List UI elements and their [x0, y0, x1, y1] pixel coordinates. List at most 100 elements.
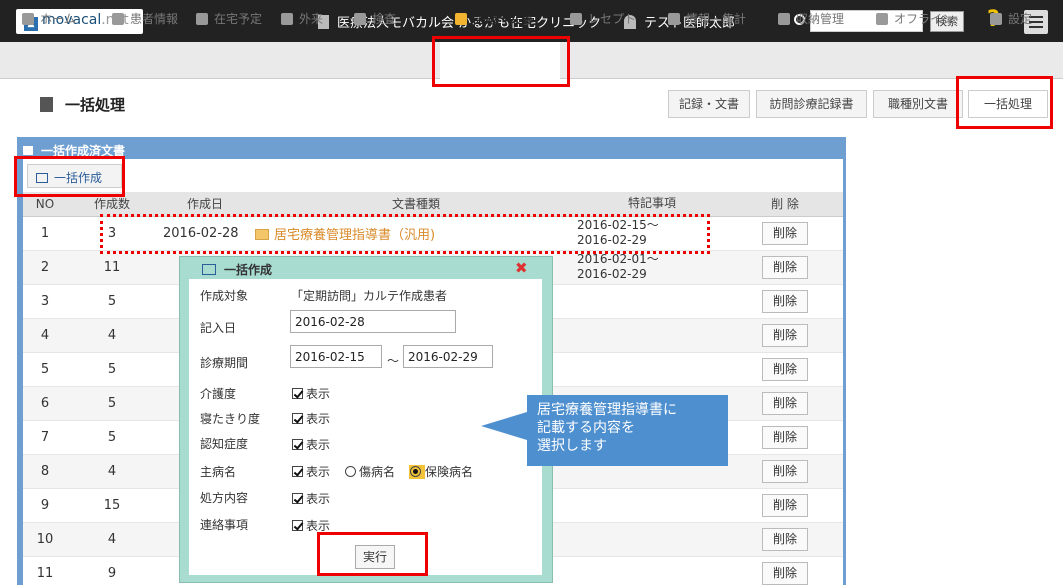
delete-button[interactable]: 削除	[762, 357, 808, 381]
entry-date-input[interactable]: 2016-02-28	[290, 310, 456, 333]
nav-home-visit[interactable]: 在宅予定	[196, 10, 262, 27]
dialog-window-icon	[202, 264, 216, 275]
highlight-bulk-create	[14, 156, 125, 197]
highlight-tab-bulk	[956, 76, 1053, 129]
delete-button[interactable]: 削除	[762, 289, 808, 313]
callout-tooltip: 居宅療養管理指導書に 記載する内容を 選択します	[527, 395, 728, 466]
row-count: 5	[67, 420, 157, 455]
close-icon[interactable]: ✖	[515, 259, 528, 277]
care-level-label: 介護度	[200, 387, 237, 401]
nav-home[interactable]: ホーム	[22, 10, 76, 27]
bedridden-label: 寝たきり度	[200, 412, 261, 426]
nav-receipt[interactable]: レセプト	[570, 10, 636, 27]
disease-show: 表示	[306, 465, 331, 479]
nav-stats[interactable]: 情報・集計	[668, 10, 746, 27]
row-count: 11	[67, 250, 157, 285]
row-no: 1	[23, 216, 67, 251]
period-separator: ～	[387, 354, 400, 368]
row-count: 5	[67, 386, 157, 421]
note-line-1: 2016-02-01～	[577, 252, 659, 266]
checkbox-icon	[292, 413, 303, 424]
row-delete: 削除	[727, 250, 843, 285]
row-note	[577, 556, 727, 585]
delete-button[interactable]: 削除	[762, 561, 808, 585]
row-count: 5	[67, 352, 157, 387]
checkbox-icon	[292, 520, 303, 531]
clock-icon	[196, 13, 208, 25]
period-to-input[interactable]: 2016-02-29	[403, 345, 493, 368]
col-delete: 削 除	[727, 192, 843, 217]
highlight-execute	[317, 532, 428, 576]
row-delete: 削除	[727, 556, 843, 585]
col-date: 作成日	[157, 192, 247, 217]
dementia-checkbox[interactable]: 表示	[292, 436, 330, 453]
contact-label: 連絡事項	[200, 518, 249, 532]
callout-line-1: 居宅療養管理指導書に	[537, 402, 677, 418]
nav-outpatient[interactable]: 外来	[281, 10, 323, 27]
callout-pointer	[481, 412, 527, 440]
nav-exam-label: 検査	[372, 12, 397, 26]
row-no: 4	[23, 318, 67, 353]
nav-home-label: ホーム	[40, 12, 76, 26]
panel-header: 一括作成済文書	[17, 137, 846, 159]
checkbox-icon	[292, 388, 303, 399]
contact-show: 表示	[306, 519, 331, 533]
row-note: 2016-02-01～ 2016-02-29	[577, 250, 727, 285]
home-icon	[22, 13, 34, 25]
delete-button[interactable]: 削除	[762, 391, 808, 415]
nav-outpatient-label: 外来	[299, 12, 324, 26]
row-count: 9	[67, 556, 157, 585]
nav-settings[interactable]: 設定	[990, 10, 1032, 27]
document-icon	[455, 13, 467, 25]
page-title: 一括処理	[40, 94, 125, 115]
delete-button[interactable]: 削除	[762, 459, 808, 483]
row-note	[577, 522, 727, 557]
nav-billing[interactable]: 収納管理	[778, 10, 844, 27]
callout-line-3: 選択します	[537, 438, 607, 454]
row-note	[577, 352, 727, 387]
nav-records[interactable]: 記録・文書	[455, 10, 533, 27]
delete-button[interactable]: 削除	[762, 255, 808, 279]
checkbox-icon	[292, 493, 303, 504]
bedridden-checkbox[interactable]: 表示	[292, 410, 330, 427]
delete-button[interactable]: 削除	[762, 221, 808, 245]
row-delete: 削除	[727, 454, 843, 489]
stats-icon	[668, 13, 680, 25]
tab-records[interactable]: 記録・文書	[668, 90, 750, 118]
delete-button[interactable]: 削除	[762, 527, 808, 551]
nav-receipt-label: レセプト	[588, 12, 637, 26]
dementia-label: 認知症度	[200, 437, 249, 451]
tab-visit-records[interactable]: 訪問診療記録書	[756, 90, 867, 118]
col-note: 特記事項	[577, 192, 727, 217]
care-level-checkbox[interactable]: 表示	[292, 385, 330, 402]
list-icon	[23, 146, 33, 155]
nav-exam[interactable]: 検査	[354, 10, 396, 27]
disease-checkbox[interactable]: 表示	[292, 463, 330, 480]
delete-button[interactable]: 削除	[762, 323, 808, 347]
callout-line-2: 記載する内容を	[537, 420, 635, 436]
disease-radio-injury[interactable]: 傷病名	[345, 463, 395, 480]
tab-role-documents[interactable]: 職種別文書	[873, 90, 963, 118]
delete-button[interactable]: 削除	[762, 493, 808, 517]
highlight-nav-records	[432, 36, 570, 87]
row-count: 15	[67, 488, 157, 523]
prescription-checkbox[interactable]: 表示	[292, 490, 330, 507]
radio-icon	[345, 466, 356, 477]
entry-date-label: 記入日	[200, 321, 237, 335]
receipt-icon	[570, 13, 582, 25]
disease-radio-insurance-label: 保険病名	[425, 465, 474, 479]
row-note	[577, 284, 727, 319]
period-label: 診療期間	[200, 356, 249, 370]
period-from-input[interactable]: 2016-02-15	[290, 345, 382, 368]
row-count: 4	[67, 318, 157, 353]
nav-offline[interactable]: オフライン	[876, 10, 954, 27]
nav-patients[interactable]: 患者情報	[112, 10, 178, 27]
delete-button[interactable]: 削除	[762, 425, 808, 449]
disease-radio-injury-label: 傷病名	[359, 465, 396, 479]
nav-patients-label: 患者情報	[130, 12, 179, 26]
row-delete: 削除	[727, 352, 843, 387]
col-type: 文書種類	[247, 192, 577, 217]
checkbox-icon	[292, 439, 303, 450]
disease-radio-insurance[interactable]: 保険病名	[409, 463, 473, 480]
offline-icon	[876, 13, 888, 25]
